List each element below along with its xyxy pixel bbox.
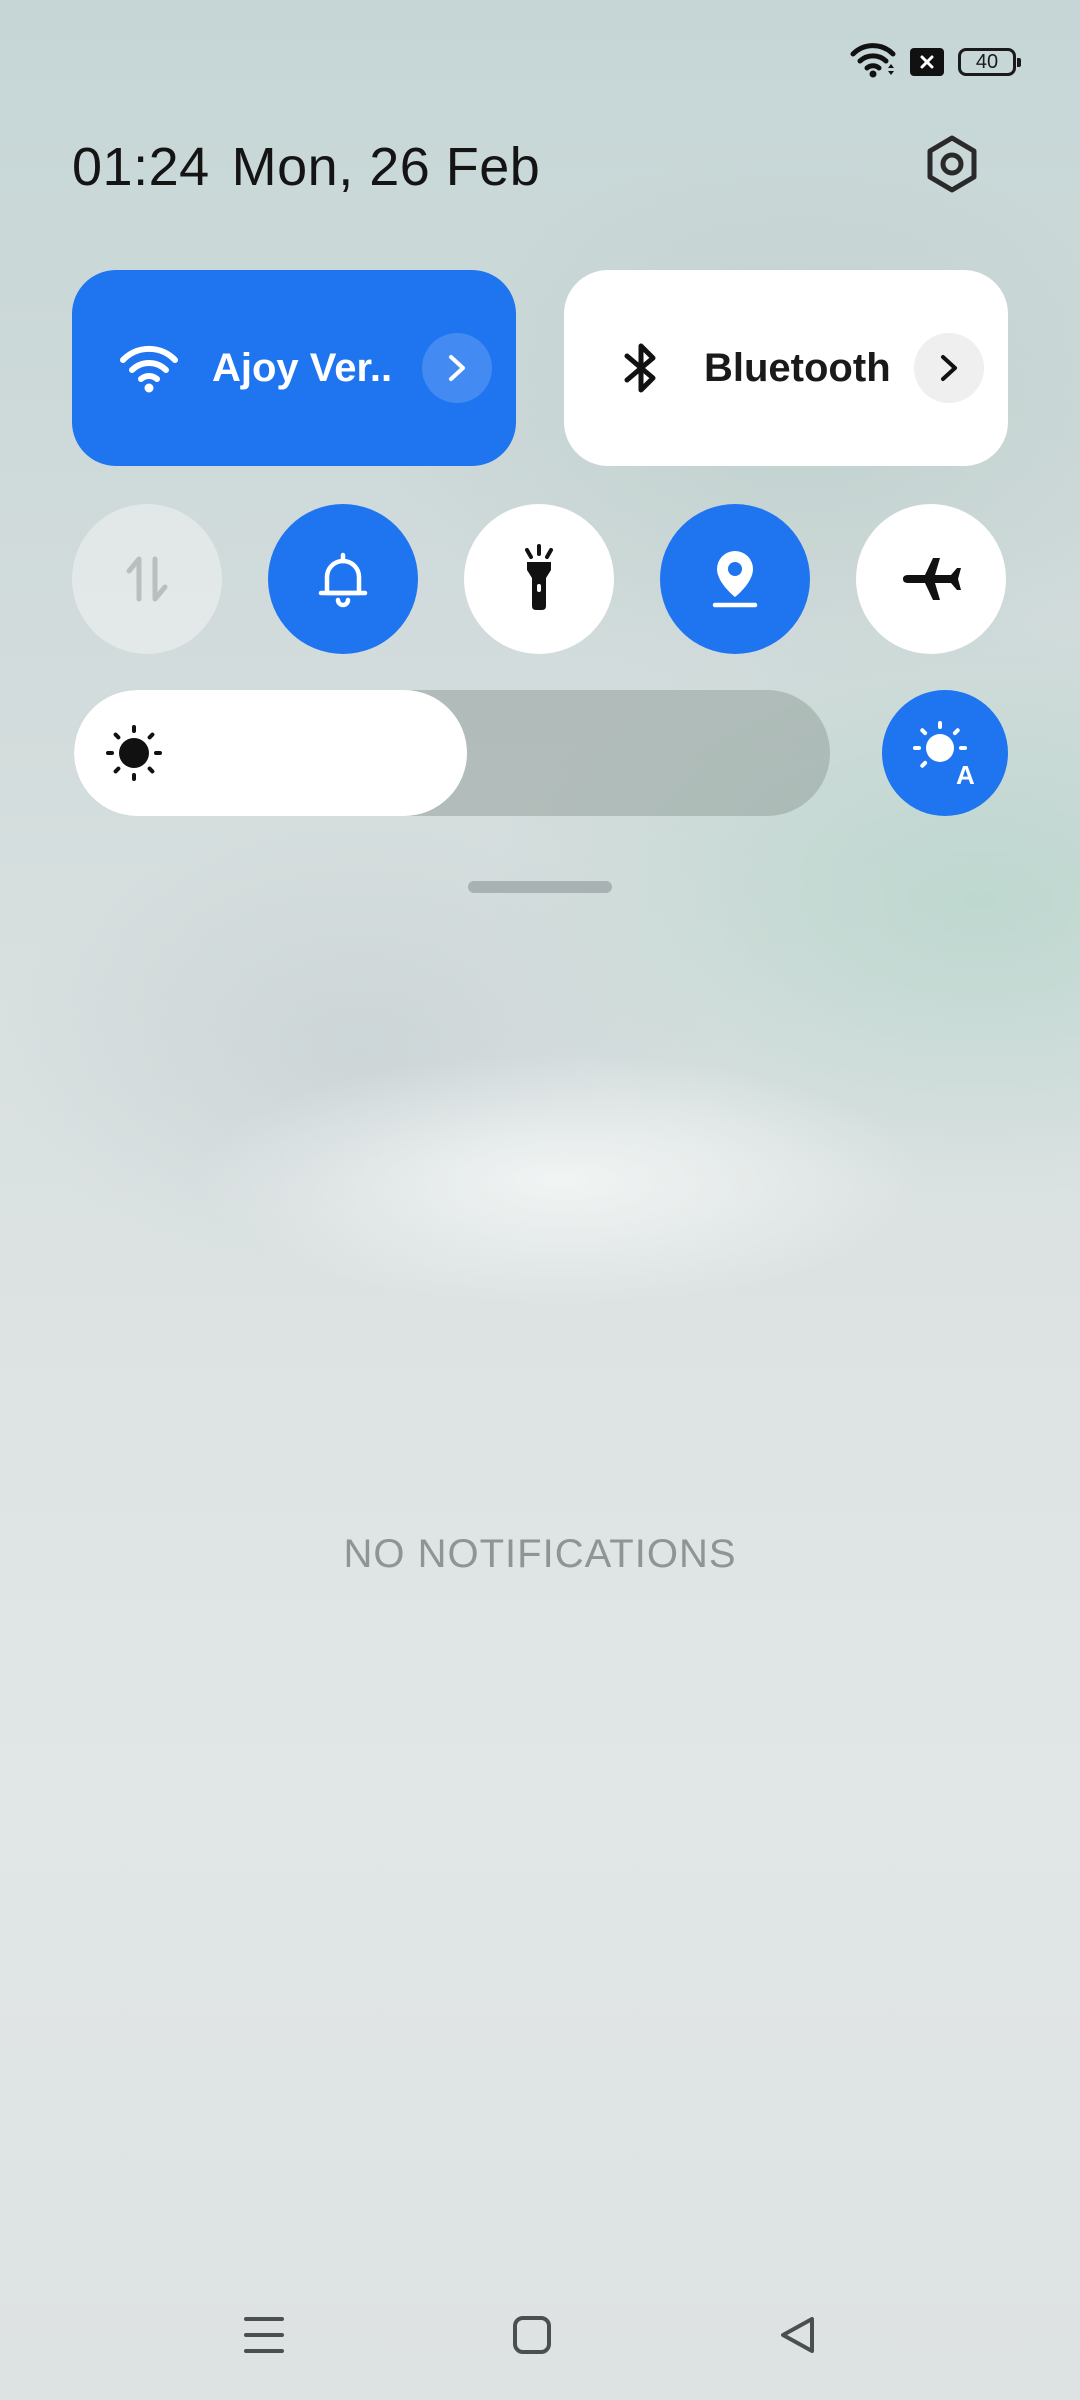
location-icon bbox=[712, 551, 758, 608]
auto-brightness-icon: A bbox=[913, 721, 975, 788]
panel-drag-handle[interactable] bbox=[468, 881, 612, 893]
wifi-tile[interactable]: Ajoy Ver.. bbox=[72, 270, 516, 466]
wifi-network-name: Ajoy Ver.. bbox=[212, 345, 393, 390]
status-bar: 40 bbox=[850, 40, 1021, 85]
auto-brightness-toggle[interactable]: A bbox=[882, 690, 1008, 816]
svg-text:A: A bbox=[956, 760, 975, 788]
bluetooth-tile[interactable]: Bluetooth bbox=[564, 270, 1008, 466]
settings-button[interactable] bbox=[920, 132, 984, 196]
flashlight-icon bbox=[525, 544, 553, 610]
recent-apps-button[interactable] bbox=[224, 2300, 304, 2370]
back-icon bbox=[781, 2317, 814, 2353]
home-icon bbox=[513, 2316, 551, 2354]
brightness-slider[interactable] bbox=[74, 690, 830, 816]
no-sim-icon bbox=[910, 48, 944, 76]
bluetooth-icon bbox=[606, 333, 676, 403]
bluetooth-expand-button[interactable] bbox=[914, 333, 984, 403]
bluetooth-label: Bluetooth bbox=[704, 345, 891, 390]
sound-toggle[interactable] bbox=[268, 504, 418, 654]
airplane-mode-toggle[interactable] bbox=[856, 504, 1006, 654]
brightness-icon bbox=[106, 725, 162, 781]
no-notifications-text: NO NOTIFICATIONS bbox=[343, 1532, 737, 1576]
location-toggle[interactable] bbox=[660, 504, 810, 654]
bell-icon bbox=[318, 552, 368, 608]
battery-icon: 40 bbox=[958, 48, 1021, 76]
home-button[interactable] bbox=[492, 2300, 572, 2370]
chevron-right-icon bbox=[449, 355, 465, 381]
clock-date: 01:24 Mon, 26 Feb bbox=[72, 136, 562, 198]
wifi-expand-button[interactable] bbox=[422, 333, 492, 403]
settings-icon bbox=[927, 135, 977, 193]
date-text: Mon, 26 Feb bbox=[231, 137, 541, 197]
wifi-status-icon bbox=[850, 40, 896, 85]
wifi-icon bbox=[114, 333, 184, 403]
flashlight-toggle[interactable] bbox=[464, 504, 614, 654]
menu-icon bbox=[244, 2317, 284, 2353]
battery-level: 40 bbox=[975, 50, 999, 73]
airplane-icon bbox=[903, 558, 961, 600]
chevron-right-icon bbox=[941, 355, 957, 381]
mobile-data-toggle[interactable] bbox=[72, 504, 222, 654]
mobile-data-icon bbox=[126, 556, 168, 602]
back-button[interactable] bbox=[758, 2300, 838, 2370]
clock-time: 01:24 bbox=[72, 137, 210, 197]
